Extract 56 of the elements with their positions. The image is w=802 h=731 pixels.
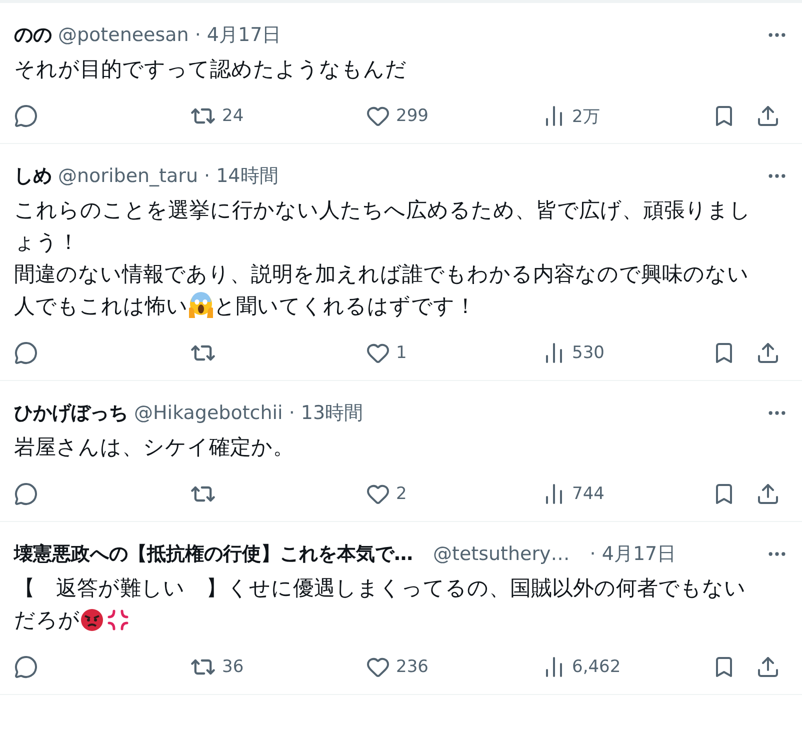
like-count: 236 — [396, 657, 428, 677]
reply-button[interactable] — [14, 104, 38, 128]
angry-face-icon — [80, 608, 104, 632]
post-text: 人でもこれは怖い — [14, 294, 188, 318]
repost-count: 36 — [222, 657, 244, 677]
like-count: 1 — [396, 343, 407, 363]
repost-count: 24 — [222, 106, 244, 126]
view-count: 2万 — [572, 106, 600, 128]
view-count: 6,462 — [572, 657, 621, 677]
heart-icon — [366, 482, 390, 506]
heart-icon — [366, 104, 390, 128]
author-name[interactable]: 壊憲悪政への【抵抗権の行使】これを本気で… — [14, 541, 413, 567]
screaming-face-icon — [188, 292, 214, 318]
post-text: 岩屋さんは、シケイ確定か。 — [14, 435, 294, 459]
post-time[interactable]: · 4月17日 — [590, 541, 676, 567]
author-name[interactable]: しめ — [14, 163, 52, 189]
view-count: 530 — [572, 343, 604, 363]
post-time[interactable]: · 14時間 — [204, 163, 278, 189]
author-handle[interactable]: @Hikagebotchii — [134, 402, 283, 424]
like-count: 299 — [396, 106, 428, 126]
view-count: 744 — [572, 484, 604, 504]
post-text: ょう！ — [14, 230, 79, 254]
post-text: 【 返答が難しい 】くせに優遇しまくってるの、国賊以外の何者でもない — [14, 576, 746, 600]
reply-button[interactable] — [14, 655, 38, 679]
anger-symbol-icon — [106, 608, 130, 632]
views-button[interactable]: 6,462 — [542, 655, 621, 679]
views-button[interactable]: 744 — [542, 482, 604, 506]
repost-button[interactable]: 36 — [190, 654, 244, 680]
reply-button[interactable] — [14, 482, 38, 506]
views-button[interactable]: 530 — [542, 341, 604, 365]
like-button[interactable]: 236 — [366, 655, 428, 679]
share-button[interactable] — [756, 104, 780, 128]
post-time[interactable]: · 13時間 — [288, 400, 364, 426]
post-text: これらのことを選挙に行かない人たちへ広めるため、皆で広げ、頑張りまし — [14, 198, 751, 222]
views-button[interactable]: 2万 — [542, 104, 600, 128]
post-text: と聞いてくれるはずです！ — [214, 294, 476, 318]
post-text: 間違のない情報であり、説明を加えれば誰でもわかる内容なので興味のない — [14, 262, 749, 286]
heart-icon — [366, 341, 390, 365]
author-handle[interactable]: @poteneesan — [58, 24, 189, 46]
reply-button[interactable] — [14, 341, 38, 365]
author-name[interactable]: のの — [14, 22, 52, 48]
post-time[interactable]: · 4月17日 — [194, 22, 282, 48]
like-button[interactable]: 1 — [366, 341, 407, 365]
heart-icon — [366, 655, 390, 679]
repost-button[interactable]: 24 — [190, 103, 244, 129]
author-handle[interactable]: @tetsuthery… — [433, 543, 570, 565]
post-text: だろが — [14, 608, 80, 632]
author-handle[interactable]: @noriben_taru — [58, 165, 198, 187]
post-text: それが目的ですって認めたようなもんだ — [14, 57, 407, 81]
share-button[interactable] — [756, 341, 780, 365]
like-button[interactable]: 2 — [366, 482, 407, 506]
author-name[interactable]: ひかげぼっち — [14, 400, 128, 426]
like-count: 2 — [396, 484, 407, 504]
share-button[interactable] — [756, 655, 780, 679]
share-button[interactable] — [756, 482, 780, 506]
like-button[interactable]: 299 — [366, 104, 428, 128]
